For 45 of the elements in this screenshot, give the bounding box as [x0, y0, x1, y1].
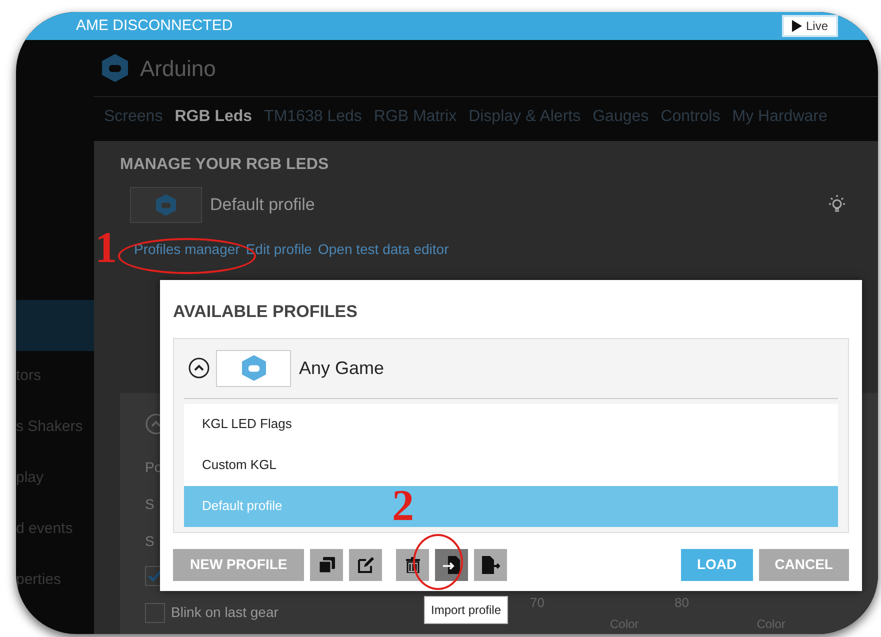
gamepad-logo-icon [156, 194, 176, 216]
tab[interactable]: Controls [660, 105, 720, 129]
import-button[interactable] [435, 548, 468, 580]
setting-label: S [145, 495, 154, 514]
tab[interactable]: Display & Alerts [468, 105, 581, 129]
annotation-number: 1 [95, 226, 117, 270]
connection-status: AME DISCONNECTED [76, 16, 233, 36]
export-button[interactable] [474, 548, 508, 580]
link[interactable]: Open test data editor [318, 239, 449, 260]
new-profile-button[interactable]: NEW PROFILE [173, 548, 304, 580]
collapse-icon[interactable] [188, 357, 210, 379]
device-title: Arduino [140, 54, 216, 82]
live-button[interactable]: Live [782, 15, 838, 37]
gamepad-logo-icon [102, 54, 128, 82]
delete-button[interactable] [396, 548, 430, 580]
tab[interactable]: TM1638 Leds [264, 105, 362, 129]
annotation-number: 2 [392, 484, 414, 528]
checkbox-label: Blink on last gear [171, 603, 278, 622]
edit-button[interactable] [349, 548, 382, 580]
copy-icon [318, 556, 335, 572]
gamepad-logo-icon [242, 355, 266, 381]
profile-name: Default profile [210, 194, 315, 216]
trash-icon [406, 556, 420, 572]
tab[interactable]: Screens [104, 105, 163, 129]
annotation-circle [413, 534, 463, 590]
checkbox[interactable] [145, 602, 165, 622]
tab[interactable]: RGB Matrix [374, 105, 457, 129]
play-icon [792, 20, 802, 32]
cancel-button[interactable]: CANCEL [758, 548, 849, 580]
tab[interactable]: Gauges [592, 105, 649, 129]
tab[interactable]: RGB Leds [174, 105, 252, 129]
link[interactable]: Profiles manager [134, 239, 240, 260]
setting-label: S [145, 532, 154, 551]
profile-item[interactable]: Custom KGL [184, 444, 838, 486]
profile-item[interactable]: KGL LED Flags [184, 404, 838, 444]
file-arrow-icon [442, 556, 461, 574]
tab[interactable]: My Hardware [732, 105, 828, 129]
tooltip: Import profile [424, 596, 508, 624]
page-heading: MANAGE YOUR RGB LEDS [120, 155, 330, 175]
edit-icon [358, 556, 374, 572]
file-arrow-icon [482, 556, 500, 574]
dialog-title: AVAILABLE PROFILES [173, 301, 358, 323]
load-button[interactable]: LOAD [680, 548, 753, 580]
group-name: Any Game [299, 356, 384, 380]
copy-button[interactable] [310, 548, 344, 580]
